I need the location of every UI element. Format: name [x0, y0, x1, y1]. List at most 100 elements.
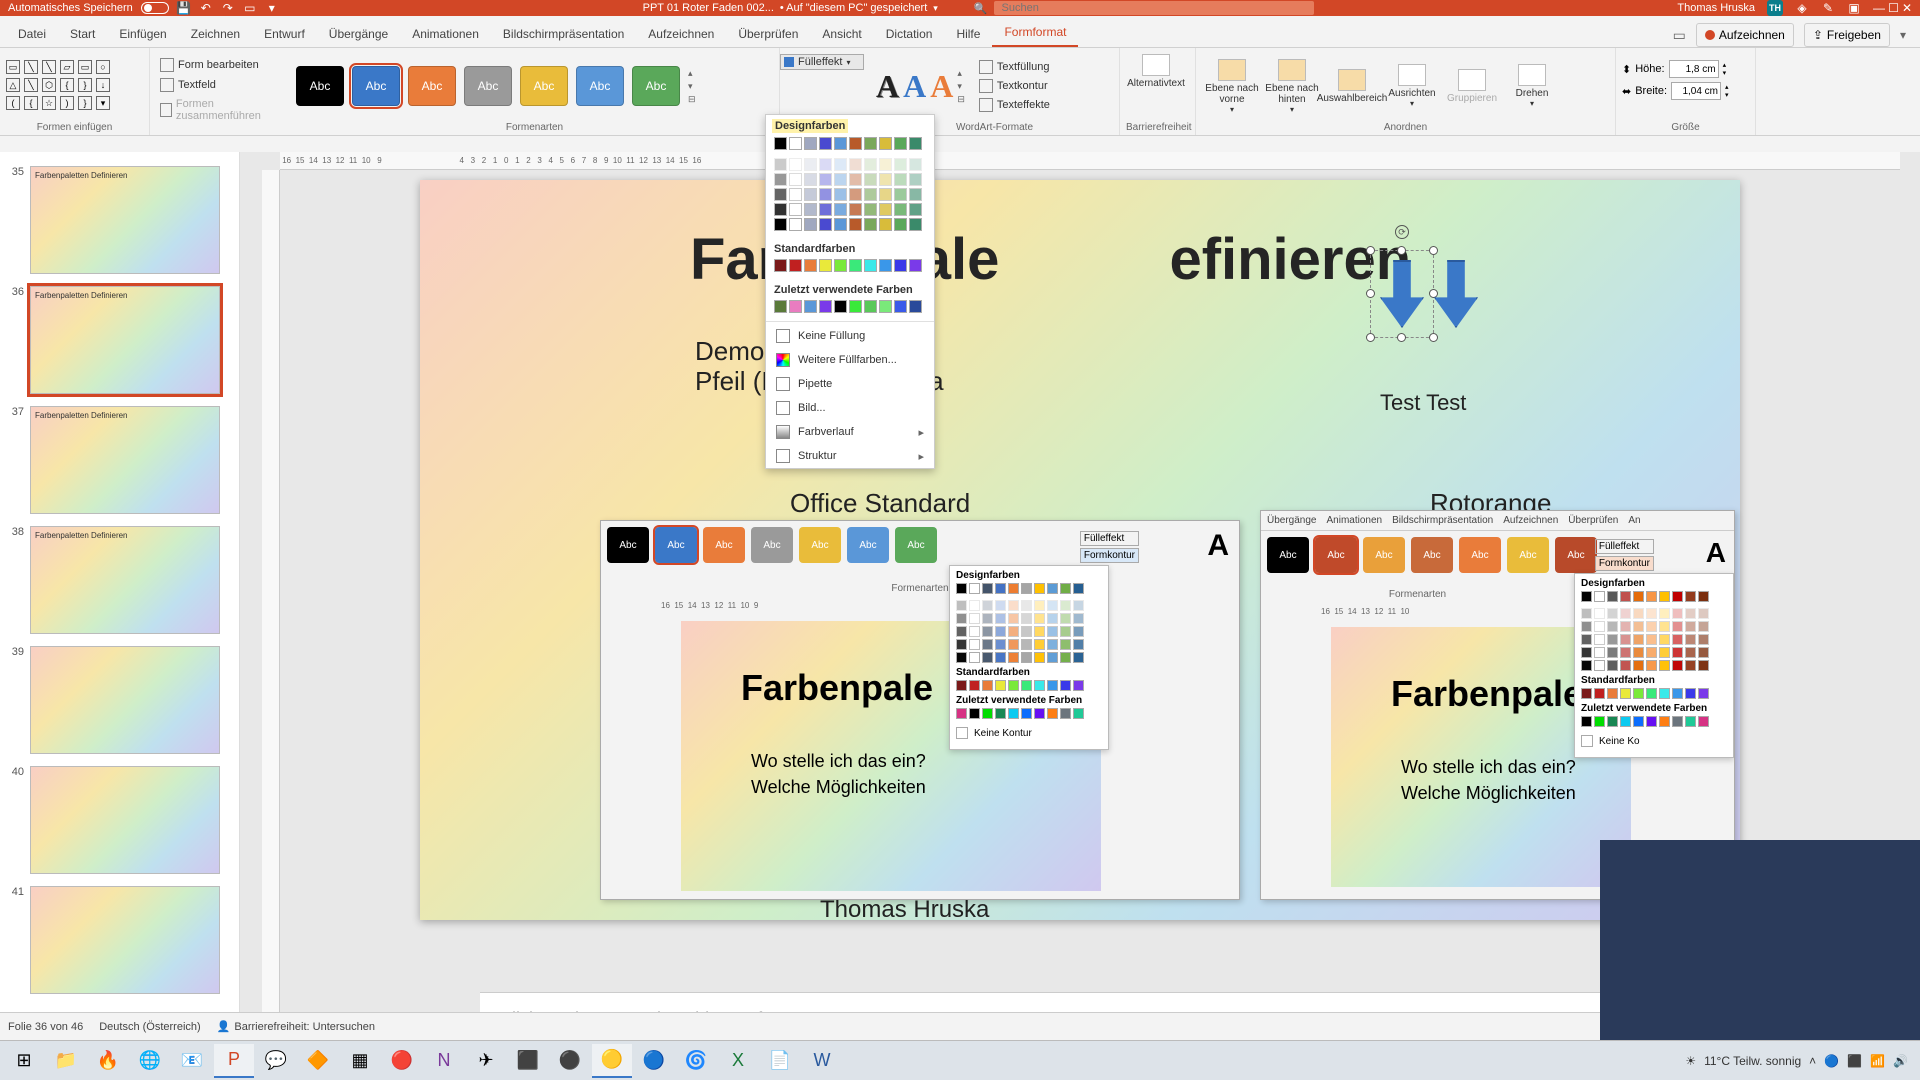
app-icon-7[interactable]: 📄: [760, 1044, 800, 1078]
wordart-style-3[interactable]: A: [930, 68, 953, 105]
thumb-41[interactable]: 41: [0, 880, 239, 1000]
language-status[interactable]: Deutsch (Österreich): [99, 1021, 200, 1033]
no-fill-item[interactable]: Keine Füllung: [766, 324, 934, 348]
slide-demo[interactable]: Demo: [695, 336, 764, 367]
design-colors-shades[interactable]: [766, 156, 934, 237]
text-fill-button[interactable]: Textfüllung: [975, 58, 1054, 76]
rotate-handle-icon[interactable]: ⟳: [1395, 225, 1409, 239]
thumb-38[interactable]: 38Farbenpaletten Definieren: [0, 520, 239, 640]
thumb-40[interactable]: 40: [0, 760, 239, 880]
explorer-icon[interactable]: 📁: [46, 1044, 86, 1078]
wordart-style-1[interactable]: A: [876, 68, 899, 105]
pen-icon[interactable]: ✎: [1821, 1, 1835, 15]
more-colors-item[interactable]: Weitere Füllfarben...: [766, 348, 934, 372]
tab-hilfe[interactable]: Hilfe: [944, 20, 992, 47]
search-input[interactable]: [994, 1, 1314, 15]
group-button[interactable]: Gruppieren: [1442, 67, 1502, 106]
tab-start[interactable]: Start: [58, 20, 107, 47]
slide-thumbnails[interactable]: 35Farbenpaletten Definieren36Farbenpalet…: [0, 152, 240, 1052]
qat-more-icon[interactable]: ▾: [265, 1, 279, 15]
text-effects-button[interactable]: Texteffekte: [975, 96, 1054, 114]
redo-icon[interactable]: ↷: [221, 1, 235, 15]
slide-counter[interactable]: Folie 36 von 46: [8, 1021, 83, 1033]
shape-gallery[interactable]: ▭╲╲▱▭○ △╲⬡{}↓ ({☆)}▾: [6, 60, 112, 112]
thumb-36[interactable]: 36Farbenpaletten Definieren: [0, 280, 239, 400]
gradient-item[interactable]: Farbverlauf▸: [766, 420, 934, 444]
bring-front-button[interactable]: Ebene nach vorne▾: [1202, 57, 1262, 116]
style-swatch-4[interactable]: Abc: [520, 66, 568, 106]
tray-icon-2[interactable]: ⬛: [1847, 1054, 1862, 1068]
diamond-icon[interactable]: ◈: [1795, 1, 1809, 15]
tab-datei[interactable]: Datei: [6, 20, 58, 47]
slide-canvas[interactable]: Farbenpaleefinieren Demo Pfeil (Füllung)…: [420, 180, 1740, 920]
textfield-button[interactable]: Textfeld: [156, 76, 284, 94]
wordart-style-2[interactable]: A: [903, 68, 926, 105]
texture-item[interactable]: Struktur▸: [766, 444, 934, 468]
excel-icon[interactable]: X: [718, 1044, 758, 1078]
office-standard-label[interactable]: Office Standard: [790, 488, 970, 519]
share-button[interactable]: ⇪Freigeben: [1804, 23, 1890, 47]
tray-chevron-icon[interactable]: ˄: [1809, 1054, 1816, 1068]
edge-icon[interactable]: 🌀: [676, 1044, 716, 1078]
design-colors-row[interactable]: [766, 135, 934, 156]
arrow-shapes[interactable]: ⟳: [1380, 260, 1478, 328]
document-title[interactable]: PPT 01 Roter Faden 002...: [643, 2, 774, 14]
window-icon[interactable]: ▣: [1847, 1, 1861, 15]
telegram-icon[interactable]: ✈: [466, 1044, 506, 1078]
text-outline-button[interactable]: Textkontur: [975, 77, 1054, 95]
powerpoint-icon[interactable]: P: [214, 1044, 254, 1078]
style-swatch-0[interactable]: Abc: [296, 66, 344, 106]
edit-shape-button[interactable]: Form bearbeiten: [156, 56, 284, 74]
style-swatches[interactable]: AbcAbcAbcAbcAbcAbcAbc: [296, 66, 680, 106]
vlc-icon[interactable]: 🔶: [298, 1044, 338, 1078]
firefox-icon[interactable]: 🔥: [88, 1044, 128, 1078]
tab-dictation[interactable]: Dictation: [874, 20, 945, 47]
tab-ueberpruefen[interactable]: Überprüfen: [726, 20, 810, 47]
tab-ansicht[interactable]: Ansicht: [810, 20, 873, 47]
tray-icon-1[interactable]: 🔵: [1824, 1054, 1839, 1068]
tab-einfuegen[interactable]: Einfügen: [107, 20, 178, 47]
tab-aufzeichnen[interactable]: Aufzeichnen: [636, 20, 726, 47]
wifi-icon[interactable]: 📶: [1870, 1054, 1885, 1068]
tab-zeichnen[interactable]: Zeichnen: [179, 20, 252, 47]
comments-icon[interactable]: ▭: [1673, 27, 1686, 44]
undo-icon[interactable]: ↶: [199, 1, 213, 15]
width-input[interactable]: [1671, 82, 1721, 100]
start-button[interactable]: ⊞: [4, 1044, 44, 1078]
arrow-2[interactable]: [1434, 260, 1478, 328]
style-swatch-6[interactable]: Abc: [632, 66, 680, 106]
record-button[interactable]: Aufzeichnen: [1696, 23, 1794, 47]
app-icon-5[interactable]: 🟡: [592, 1044, 632, 1078]
onenote-icon[interactable]: N: [424, 1044, 464, 1078]
recent-colors-row[interactable]: [766, 298, 934, 319]
height-input[interactable]: [1669, 60, 1719, 78]
user-name[interactable]: Thomas Hruska: [1677, 2, 1755, 14]
close-button[interactable]: ✕: [1902, 1, 1912, 15]
styles-up-icon[interactable]: ▴: [688, 68, 696, 79]
chrome-icon[interactable]: 🌐: [130, 1044, 170, 1078]
thumb-37[interactable]: 37Farbenpaletten Definieren: [0, 400, 239, 520]
thumb-39[interactable]: 39: [0, 640, 239, 760]
thumb-35[interactable]: 35Farbenpaletten Definieren: [0, 160, 239, 280]
style-swatch-5[interactable]: Abc: [576, 66, 624, 106]
send-back-button[interactable]: Ebene nach hinten▾: [1262, 57, 1322, 116]
accessibility-status[interactable]: 👤Barrierefreiheit: Untersuchen: [217, 1020, 375, 1033]
tab-uebergaenge[interactable]: Übergänge: [317, 20, 400, 47]
tab-entwurf[interactable]: Entwurf: [252, 20, 317, 47]
minimize-button[interactable]: —: [1873, 1, 1885, 15]
outlook-icon[interactable]: 📧: [172, 1044, 212, 1078]
title-dropdown-icon[interactable]: ▾: [933, 3, 938, 14]
merge-shapes-button[interactable]: Formen zusammenführen: [156, 96, 284, 124]
fill-effect-button[interactable]: Fülleffekt▾: [780, 54, 864, 70]
alt-text-button[interactable]: Alternativtext: [1126, 52, 1186, 91]
align-button[interactable]: Ausrichten▾: [1382, 62, 1442, 110]
tab-bildschirm[interactable]: Bildschirmpräsentation: [491, 20, 636, 47]
save-icon[interactable]: 💾: [177, 1, 191, 15]
obs-icon[interactable]: ⚫: [550, 1044, 590, 1078]
app-icon-3[interactable]: 🔴: [382, 1044, 422, 1078]
standard-colors-row[interactable]: [766, 257, 934, 278]
picture-item[interactable]: Bild...: [766, 396, 934, 420]
test-text[interactable]: Test Test: [1380, 390, 1466, 416]
author-text[interactable]: Thomas Hruska: [820, 896, 989, 924]
style-swatch-3[interactable]: Abc: [464, 66, 512, 106]
